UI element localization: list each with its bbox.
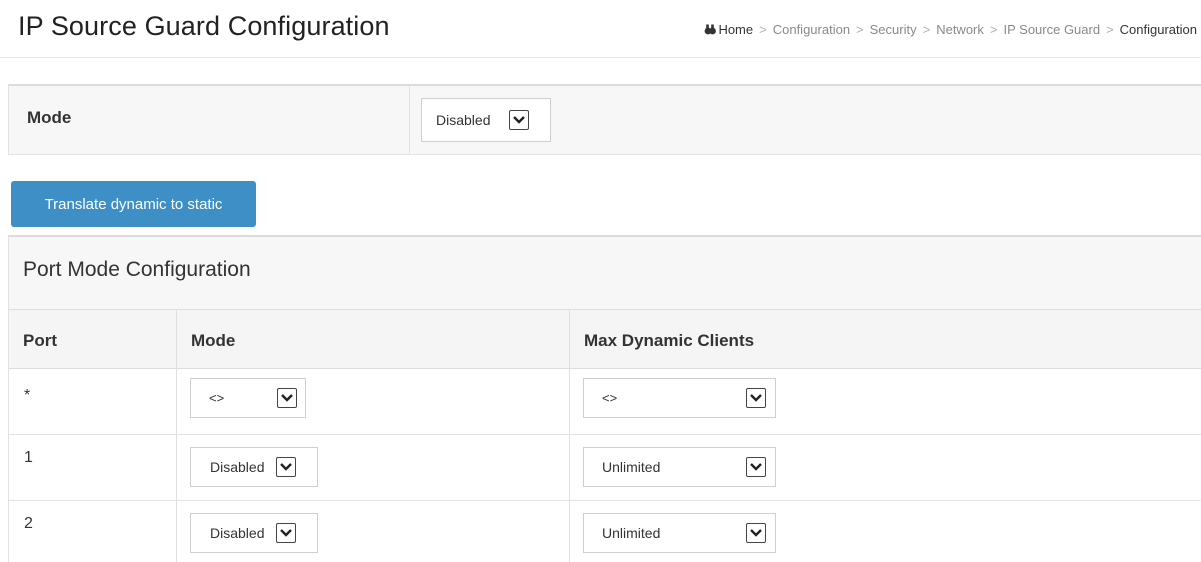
table-row: 1 Disabled Unlimited <box>9 435 1201 501</box>
breadcrumb: Home > Configuration > Security > Network > IP S… <box>704 22 1197 37</box>
max-clients-select-port-all[interactable]: <> <box>583 378 776 418</box>
mode-select-value: Disabled <box>210 525 265 541</box>
mode-panel: Mode Disabled <box>8 84 1201 155</box>
breadcrumb-separator: > <box>856 22 864 37</box>
column-header-port: Port <box>23 331 57 350</box>
port-panel-heading: Port Mode Configuration <box>9 237 1201 309</box>
chevron-down-icon[interactable] <box>746 388 766 408</box>
max-clients-select-value: <> <box>602 390 618 406</box>
chevron-down-icon[interactable] <box>746 523 766 543</box>
max-clients-select-value: Unlimited <box>602 459 661 475</box>
chevron-down-icon[interactable] <box>509 110 529 130</box>
column-header-mode: Mode <box>191 331 236 350</box>
breadcrumb-link-network[interactable]: Network <box>936 22 984 37</box>
page-title: IP Source Guard Configuration <box>18 11 390 41</box>
mode-select-port-1[interactable]: Disabled <box>190 447 318 487</box>
breadcrumb-link-security[interactable]: Security <box>870 22 917 37</box>
breadcrumb-separator: > <box>922 22 931 37</box>
column-divider <box>569 309 570 562</box>
column-divider <box>176 309 177 562</box>
breadcrumb-separator: > <box>759 22 767 37</box>
port-cell: 1 <box>24 449 33 466</box>
mode-select-value: <> <box>209 390 225 406</box>
chevron-down-icon[interactable] <box>277 388 297 408</box>
mode-label: Mode <box>27 108 72 127</box>
mode-select[interactable]: Disabled <box>421 98 551 142</box>
mode-select-value: Disabled <box>210 459 265 475</box>
port-cell: 2 <box>24 515 33 532</box>
max-clients-select-value: Unlimited <box>602 525 661 541</box>
port-mode-panel: Port Mode Configuration Port Mode Max Dy… <box>8 235 1201 562</box>
port-cell: * <box>24 387 31 404</box>
table-row: 2 Disabled Unlimited <box>9 501 1201 562</box>
table-header: Port Mode Max Dynamic Clients <box>9 309 1201 369</box>
breadcrumb-link-configuration[interactable]: Configuration <box>773 22 850 37</box>
breadcrumb-current: Configuration <box>1119 22 1197 37</box>
breadcrumb-home-link[interactable]: Home <box>718 22 753 37</box>
translate-dynamic-to-static-button[interactable]: Translate dynamic to static <box>11 181 256 227</box>
page-header: IP Source Guard Configuration Home > Confi… <box>0 0 1201 58</box>
mode-select-value: Disabled <box>436 112 491 128</box>
max-clients-select-port-2[interactable]: Unlimited <box>583 513 776 553</box>
breadcrumb-link-ip-source-guard[interactable]: IP Source Guard <box>1003 22 1100 37</box>
chevron-down-icon[interactable] <box>276 523 296 543</box>
home-icon <box>705 24 717 35</box>
table-row: * <> <> <box>9 369 1201 435</box>
mode-select-port-2[interactable]: Disabled <box>190 513 318 553</box>
mode-select-port-all[interactable]: <> <box>190 378 306 418</box>
breadcrumb-separator: > <box>989 22 998 37</box>
chevron-down-icon[interactable] <box>746 457 766 477</box>
column-header-max-dynamic-clients: Max Dynamic Clients <box>584 331 755 350</box>
port-panel-title: Port Mode Configuration <box>23 258 251 281</box>
breadcrumb-separator: > <box>1106 22 1114 37</box>
max-clients-select-port-1[interactable]: Unlimited <box>583 447 776 487</box>
mode-divider <box>409 86 410 155</box>
chevron-down-icon[interactable] <box>276 457 296 477</box>
